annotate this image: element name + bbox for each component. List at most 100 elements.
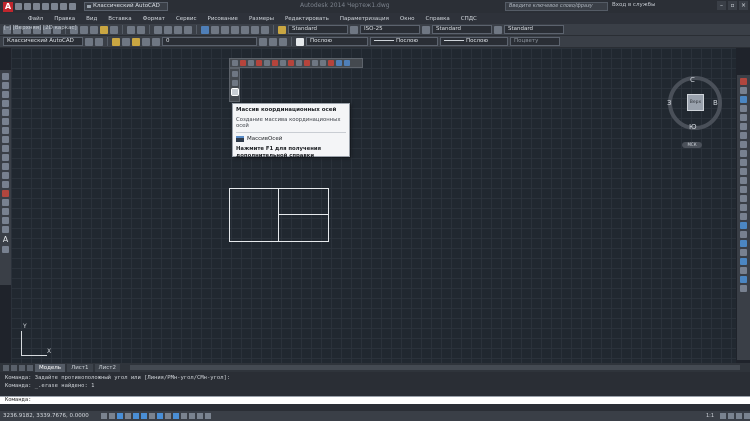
- arc-icon[interactable]: [2, 118, 9, 125]
- move-icon[interactable]: [740, 123, 747, 130]
- measure-icon[interactable]: [740, 267, 747, 274]
- trim-icon[interactable]: [740, 159, 747, 166]
- make-current-layer-icon[interactable]: [259, 37, 267, 46]
- axis-tool-icon-2[interactable]: [240, 60, 246, 66]
- pan-icon[interactable]: [154, 25, 162, 34]
- layer-select[interactable]: 0: [162, 37, 257, 46]
- ellipse-arc-icon[interactable]: [2, 163, 9, 170]
- axis-tool-icon-9[interactable]: [296, 60, 302, 66]
- 3d-osnap-toggle[interactable]: [148, 413, 155, 419]
- workspace-save-icon[interactable]: [95, 37, 103, 46]
- text-style-select[interactable]: Standard: [288, 25, 348, 34]
- break-icon[interactable]: [740, 186, 747, 193]
- zoom-previous-icon[interactable]: [184, 25, 192, 34]
- layer-properties-icon[interactable]: [112, 37, 120, 46]
- array-icon[interactable]: [740, 114, 747, 121]
- chamfer-icon[interactable]: [740, 204, 747, 211]
- paste-icon[interactable]: [90, 25, 98, 34]
- axis-tool-icon-1[interactable]: [232, 60, 238, 66]
- table-style-icon[interactable]: [422, 25, 430, 34]
- zoom-window-icon[interactable]: [174, 25, 182, 34]
- menu-draw[interactable]: Рисование: [208, 16, 238, 22]
- save-icon[interactable]: [33, 3, 40, 10]
- hatch-icon[interactable]: [2, 199, 9, 206]
- polyline-icon[interactable]: [2, 91, 9, 98]
- dynamic-input-toggle[interactable]: [172, 413, 179, 419]
- rectangle-icon[interactable]: [2, 109, 9, 116]
- horizontal-scrollbar[interactable]: [129, 365, 740, 370]
- outer-rectangle[interactable]: [229, 188, 329, 242]
- new-file-icon[interactable]: [15, 3, 22, 10]
- copy-icon[interactable]: [80, 25, 88, 34]
- transparency-toggle[interactable]: [188, 413, 195, 419]
- lineweight-select[interactable]: Послою: [440, 37, 508, 46]
- tab-sheet1[interactable]: Лист1: [67, 363, 93, 372]
- axis-tool-icon-14[interactable]: [336, 60, 342, 66]
- next-tab-button[interactable]: [19, 364, 25, 371]
- sheet-set-icon[interactable]: [231, 25, 239, 34]
- menu-view[interactable]: Вид: [86, 16, 97, 22]
- ducs-toggle[interactable]: [164, 413, 171, 419]
- mleader-style-select[interactable]: Standard: [504, 25, 564, 34]
- otrack-toggle[interactable]: [156, 413, 163, 419]
- axis-array-icon[interactable]: [230, 88, 239, 96]
- search-input[interactable]: Введите ключевое слово/фразу: [505, 2, 608, 11]
- axis-tool-icon-10[interactable]: [304, 60, 310, 66]
- menu-dimension[interactable]: Размеры: [249, 16, 274, 22]
- join-icon[interactable]: [740, 195, 747, 202]
- mleader-style-icon[interactable]: [494, 25, 502, 34]
- insert-block-icon[interactable]: [2, 172, 9, 179]
- lock-icon[interactable]: [152, 37, 160, 46]
- properties-panel-icon[interactable]: [740, 249, 747, 256]
- compass-south[interactable]: Ю: [689, 123, 697, 131]
- last-tab-button[interactable]: [27, 364, 33, 371]
- table-style-select[interactable]: Standard: [432, 25, 492, 34]
- menu-file[interactable]: Файл: [28, 16, 43, 22]
- autocad-logo-icon[interactable]: A: [3, 1, 13, 12]
- undo-icon[interactable]: [60, 3, 67, 10]
- menu-help[interactable]: Справка: [426, 16, 450, 22]
- multiline-text-icon[interactable]: A: [3, 235, 8, 244]
- open-file-icon[interactable]: [24, 3, 31, 10]
- tab-model[interactable]: Модель: [35, 363, 66, 372]
- prev-tab-button[interactable]: [11, 364, 17, 371]
- dim-style-select[interactable]: ISO-25: [360, 25, 420, 34]
- divider-line-horizontal[interactable]: [278, 214, 329, 215]
- osnap-toggle[interactable]: [140, 413, 147, 419]
- spline-icon[interactable]: [2, 145, 9, 152]
- tool-palettes-icon[interactable]: [221, 25, 229, 34]
- point-icon[interactable]: [2, 190, 9, 197]
- snap-toggle[interactable]: [108, 413, 115, 419]
- quick-select-icon[interactable]: [740, 258, 747, 265]
- extend-icon[interactable]: [740, 168, 747, 175]
- plot-style-select[interactable]: Поцвету: [510, 37, 560, 46]
- break-at-point-icon[interactable]: [740, 177, 747, 184]
- infer-constraints-toggle[interactable]: [100, 413, 107, 419]
- menu-tools[interactable]: Сервис: [176, 16, 197, 22]
- block-editor-icon[interactable]: [110, 25, 118, 34]
- design-center-icon[interactable]: [211, 25, 219, 34]
- axis-tool-icon-13[interactable]: [328, 60, 334, 66]
- axis-tool-icon-15[interactable]: [344, 60, 350, 66]
- minimize-button[interactable]: –: [717, 1, 726, 10]
- axis-tool-icon-3[interactable]: [248, 60, 254, 66]
- workspace-settings-icon[interactable]: [85, 37, 93, 46]
- menu-edit[interactable]: Правка: [54, 16, 75, 22]
- clean-screen-icon[interactable]: [744, 413, 750, 419]
- selection-cycling-toggle[interactable]: [204, 413, 211, 419]
- menu-window[interactable]: Окно: [400, 16, 415, 22]
- stretch-icon[interactable]: [740, 150, 747, 157]
- add-selected-icon[interactable]: [2, 246, 9, 253]
- drawing-area[interactable]: [11, 48, 736, 363]
- table-icon[interactable]: [2, 226, 9, 233]
- blend-curves-icon[interactable]: [740, 222, 747, 229]
- markup-icon[interactable]: [241, 25, 249, 34]
- axis-tool-icon-11[interactable]: [312, 60, 318, 66]
- axis-tool-icon-8[interactable]: [288, 60, 294, 66]
- layer-walk-icon[interactable]: [740, 285, 747, 292]
- axis-tool-icon-5[interactable]: [264, 60, 270, 66]
- lineweight-toggle[interactable]: [180, 413, 187, 419]
- dim-style-icon[interactable]: [350, 25, 358, 34]
- print-icon[interactable]: [51, 3, 58, 10]
- ellipse-icon[interactable]: [2, 154, 9, 161]
